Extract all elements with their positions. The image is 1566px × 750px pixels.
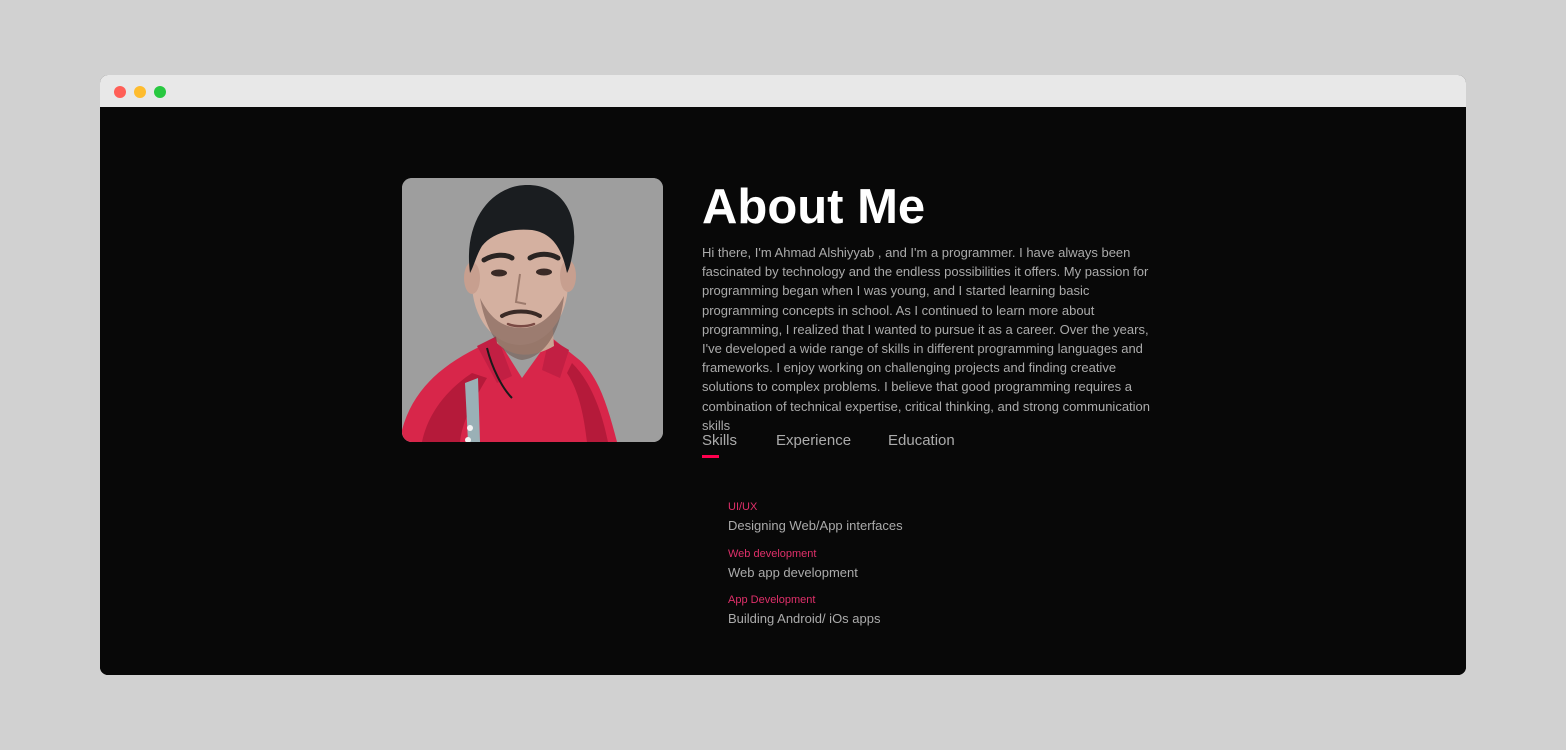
active-tab-underline: [702, 455, 719, 458]
minimize-window-button[interactable]: [134, 86, 146, 98]
list-item: Web development Web app development: [728, 547, 903, 594]
skill-name: Web development: [728, 547, 817, 560]
skill-description: Building Android/ iOs apps: [728, 611, 881, 627]
maximize-window-button[interactable]: [154, 86, 166, 98]
window-titlebar: [100, 75, 1466, 107]
tab-education[interactable]: Education: [888, 432, 955, 449]
page-title: About Me: [702, 180, 926, 234]
close-window-button[interactable]: [114, 86, 126, 98]
profile-photo-illustration: [402, 178, 663, 442]
list-item: App Development Building Android/ iOs ap…: [728, 593, 903, 640]
list-item: UI/UX Designing Web/App interfaces: [728, 500, 903, 547]
about-text-block: About Me Hi there, I'm Ahmad Alshiyyab ,…: [702, 177, 1172, 435]
tab-skills[interactable]: Skills: [702, 432, 737, 449]
skill-description: Designing Web/App interfaces: [728, 518, 903, 533]
about-section: About Me Hi there, I'm Ahmad Alshiyyab ,…: [100, 107, 1466, 675]
about-paragraph: Hi there, I'm Ahmad Alshiyyab , and I'm …: [702, 245, 1151, 433]
profile-photo: [402, 178, 663, 442]
browser-window: About Me Hi there, I'm Ahmad Alshiyyab ,…: [100, 75, 1466, 675]
skill-description: Web app development: [728, 564, 858, 580]
tab-experience[interactable]: Experience: [776, 432, 851, 449]
skills-list: UI/UX Designing Web/App interfaces Web d…: [728, 500, 903, 640]
skill-name: UI/UX: [728, 501, 758, 513]
skill-name: App Development: [728, 594, 816, 607]
